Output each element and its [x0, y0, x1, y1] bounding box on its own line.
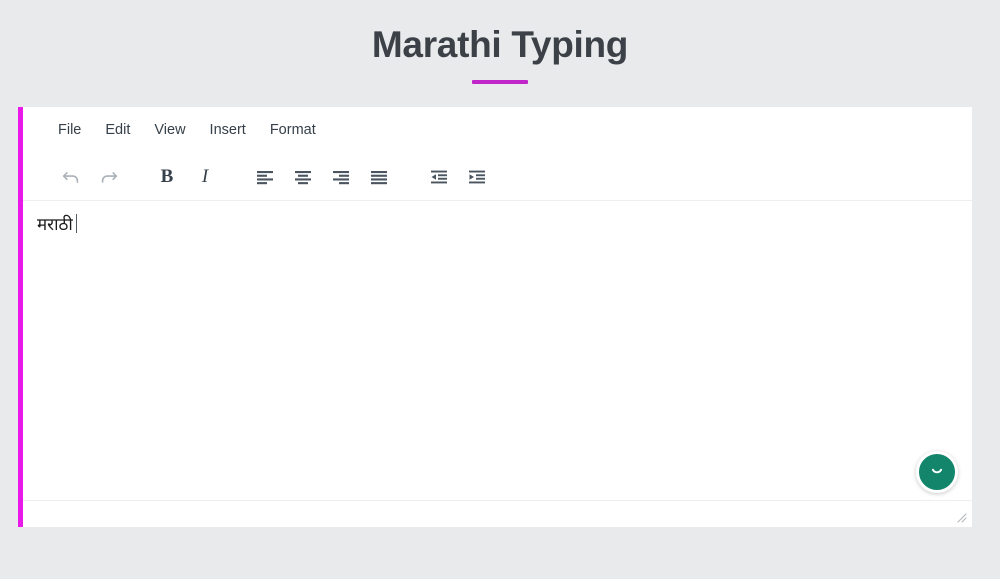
menu-item-edit[interactable]: Edit	[93, 117, 142, 143]
menu-item-file[interactable]: File	[48, 117, 93, 143]
redo-button[interactable]	[94, 162, 124, 192]
grammar-assistant-icon	[926, 461, 948, 483]
align-left-icon	[255, 167, 275, 187]
page-title: Marathi Typing	[371, 24, 629, 65]
editor-statusbar	[23, 500, 972, 527]
bold-icon: B	[160, 165, 174, 187]
italic-icon: I	[201, 165, 209, 187]
grammar-assistant-button[interactable]	[916, 451, 958, 493]
align-center-button[interactable]	[288, 162, 318, 192]
editor-toolbar: B I	[23, 153, 972, 201]
undo-icon	[60, 166, 82, 188]
menu-item-insert[interactable]: Insert	[198, 117, 258, 143]
indent-icon	[467, 167, 487, 187]
outdent-button[interactable]	[424, 162, 454, 192]
align-justify-icon	[369, 167, 389, 187]
document-text: मराठी	[37, 215, 73, 235]
editor-panel: File Edit View Insert Format B I मराठी	[18, 107, 972, 527]
editor-body: File Edit View Insert Format B I मराठी	[23, 107, 972, 527]
italic-button[interactable]: I	[190, 162, 220, 192]
title-underline-accent	[472, 80, 528, 84]
align-center-icon	[293, 167, 313, 187]
align-right-button[interactable]	[326, 162, 356, 192]
menu-item-format[interactable]: Format	[258, 117, 328, 143]
page-title-block: Marathi Typing	[0, 22, 1000, 84]
align-right-icon	[331, 167, 351, 187]
outdent-icon	[429, 167, 449, 187]
menu-item-view[interactable]: View	[142, 117, 197, 143]
resize-handle-icon[interactable]	[953, 509, 967, 523]
document-editing-area[interactable]: मराठी	[23, 201, 972, 500]
text-caret	[75, 214, 77, 233]
undo-button[interactable]	[56, 162, 86, 192]
indent-button[interactable]	[462, 162, 492, 192]
editor-menubar: File Edit View Insert Format	[23, 107, 972, 153]
bold-button[interactable]: B	[152, 162, 182, 192]
redo-icon	[98, 166, 120, 188]
align-justify-button[interactable]	[364, 162, 394, 192]
align-left-button[interactable]	[250, 162, 280, 192]
